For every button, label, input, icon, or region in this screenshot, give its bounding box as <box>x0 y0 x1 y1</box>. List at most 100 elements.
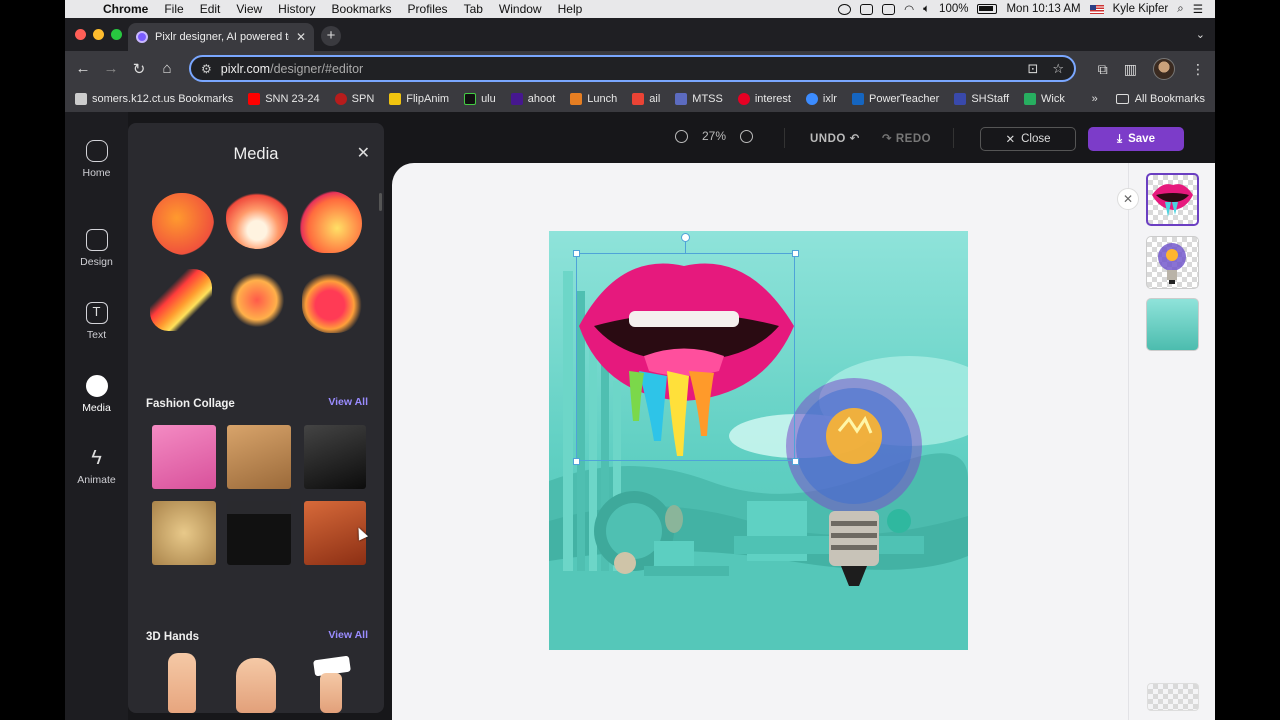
install-app-icon[interactable]: ⊡ <box>1027 61 1038 77</box>
gmail-icon <box>632 93 645 105</box>
menu-window[interactable]: Window <box>491 2 550 16</box>
extensions-icon[interactable]: ⧉ <box>1098 61 1108 78</box>
record-icon[interactable] <box>838 3 852 15</box>
forward-icon[interactable]: → <box>97 60 125 77</box>
reload-icon[interactable]: ↻ <box>125 60 153 78</box>
black-pouch-thumbnail[interactable] <box>304 425 366 489</box>
view-all-fashion-button[interactable]: View All <box>328 396 368 408</box>
gradient-squiggle-1[interactable] <box>150 269 212 331</box>
selection-box[interactable] <box>576 253 795 461</box>
bookmark-item[interactable]: FlipAnim <box>389 93 449 105</box>
all-bookmarks-button[interactable]: All Bookmarks <box>1115 93 1205 105</box>
tab-search-icon[interactable]: ⌄ <box>1196 28 1205 41</box>
user-name[interactable]: Kyle Kipfer <box>1113 3 1169 15</box>
back-icon[interactable]: ← <box>69 60 97 77</box>
us-flag-icon[interactable] <box>1089 4 1104 14</box>
gradient-squiggle-3[interactable] <box>302 271 364 333</box>
save-button[interactable]: ⤓ Save <box>1088 127 1184 151</box>
redo-button[interactable]: ↷ REDO <box>882 131 931 145</box>
layer-background-scene[interactable] <box>1146 298 1199 351</box>
zoom-in-icon[interactable] <box>740 129 754 143</box>
bookmark-star-icon[interactable]: ☆ <box>1052 61 1064 77</box>
spotlight-search-icon[interactable]: ⌕ <box>1177 3 1183 16</box>
resize-handle-se[interactable] <box>792 458 799 465</box>
layer-bulb[interactable] <box>1146 236 1199 289</box>
bookmark-item[interactable]: interest <box>737 93 791 105</box>
airplay-icon[interactable] <box>882 3 896 15</box>
profile-avatar[interactable] <box>1153 58 1175 80</box>
close-layers-icon[interactable]: ✕ <box>1117 188 1139 210</box>
artboard[interactable] <box>549 231 968 650</box>
bookmark-item[interactable]: ail <box>632 93 660 105</box>
new-tab-button[interactable]: + <box>321 26 341 46</box>
menu-profiles[interactable]: Profiles <box>400 2 456 16</box>
zoom-out-icon[interactable] <box>675 129 688 143</box>
layer-lips[interactable] <box>1146 173 1199 226</box>
background-transparency-toggle[interactable] <box>1147 683 1199 711</box>
gradient-blob-orange[interactable] <box>152 193 214 255</box>
menu-edit[interactable]: Edit <box>192 2 229 16</box>
panel-scrollbar[interactable] <box>379 193 382 211</box>
minimize-window-icon[interactable] <box>93 29 104 40</box>
rail-media[interactable]: Media <box>65 375 128 414</box>
volume-icon[interactable]: 🔈︎ <box>923 3 930 16</box>
canvas-area[interactable] <box>392 163 1128 720</box>
battery-icon[interactable] <box>977 4 998 14</box>
browser-tab[interactable]: Pixlr designer, AI powered te ✕ <box>128 23 314 51</box>
rail-text[interactable]: T Text <box>65 302 128 341</box>
zoom-level[interactable]: 27% <box>702 129 726 143</box>
more-bookmarks-icon[interactable]: » <box>1092 93 1098 105</box>
pink-clutch-thumbnail[interactable] <box>152 425 216 489</box>
close-panel-icon[interactable]: ✕ <box>357 143 370 163</box>
menu-app[interactable]: Chrome <box>95 2 156 16</box>
bookmark-item[interactable]: PowerTeacher <box>851 93 939 105</box>
pixlr-app: Home Design T Text Media ϟ Animate Media… <box>65 112 1215 720</box>
tan-wallet-thumbnail[interactable] <box>227 425 291 489</box>
pointing-hand-thumbnail[interactable] <box>168 653 196 713</box>
menu-file[interactable]: File <box>156 2 191 16</box>
close-tab-icon[interactable]: ✕ <box>296 30 306 44</box>
black-handbag-thumbnail[interactable] <box>227 501 291 565</box>
undo-button[interactable]: UNDO ↶ <box>810 131 860 145</box>
rail-home[interactable]: Home <box>65 140 128 179</box>
resize-handle-sw[interactable] <box>573 458 580 465</box>
chrome-menu-icon[interactable]: ⋮ <box>1191 61 1205 78</box>
resize-handle-ne[interactable] <box>792 250 799 257</box>
gradient-squiggle-2[interactable] <box>226 269 288 331</box>
close-window-icon[interactable] <box>75 29 86 40</box>
gold-clutch-thumbnail[interactable] <box>152 501 216 565</box>
view-all-hands-button[interactable]: View All <box>328 629 368 641</box>
gradient-blob-peach[interactable] <box>226 187 288 249</box>
gradient-blob-yellow[interactable] <box>300 191 362 253</box>
bookmark-item[interactable]: MTSS <box>675 93 723 105</box>
pinch-hand-thumbnail[interactable] <box>236 658 276 713</box>
menu-view[interactable]: View <box>228 2 270 16</box>
address-bar[interactable]: ⚙ pixlr.com/designer/#editor ⊡ ☆ <box>189 55 1076 82</box>
site-info-icon[interactable]: ⚙ <box>201 62 212 76</box>
rail-animate[interactable]: ϟ Animate <box>65 447 128 486</box>
zoom-window-icon[interactable] <box>111 29 122 40</box>
rail-design[interactable]: Design <box>65 229 128 268</box>
bookmark-item[interactable]: ixlr <box>805 93 837 105</box>
bookmark-item[interactable]: SHStaff <box>954 93 1009 105</box>
side-panel-icon[interactable]: ▥ <box>1124 61 1137 78</box>
home-browser-icon[interactable]: ⌂ <box>153 60 181 77</box>
clock[interactable]: Mon 10:13 AM <box>1006 3 1080 15</box>
bookmark-item[interactable]: Wick <box>1024 93 1065 105</box>
close-button[interactable]: ✕ Close <box>980 127 1076 151</box>
bookmark-item[interactable]: Lunch <box>570 93 617 105</box>
bookmark-item[interactable]: SNN 23-24 <box>248 93 320 105</box>
bookmark-item[interactable]: ulu <box>464 93 496 105</box>
bookmark-item[interactable]: SPN <box>334 93 374 105</box>
menu-history[interactable]: History <box>270 2 323 16</box>
menu-bookmarks[interactable]: Bookmarks <box>324 2 400 16</box>
s-app-icon[interactable] <box>860 3 874 15</box>
bookmark-item[interactable]: ahoot <box>510 93 555 105</box>
menu-tab[interactable]: Tab <box>456 2 491 16</box>
bookmark-item[interactable]: somers.k12.ct.us Bookmarks <box>75 93 233 105</box>
menu-help[interactable]: Help <box>550 2 591 16</box>
control-center-icon[interactable]: ☰ <box>1193 2 1203 16</box>
rotate-handle[interactable] <box>681 233 690 242</box>
wifi-icon[interactable]: ◠ <box>904 2 914 16</box>
resize-handle-nw[interactable] <box>573 250 580 257</box>
